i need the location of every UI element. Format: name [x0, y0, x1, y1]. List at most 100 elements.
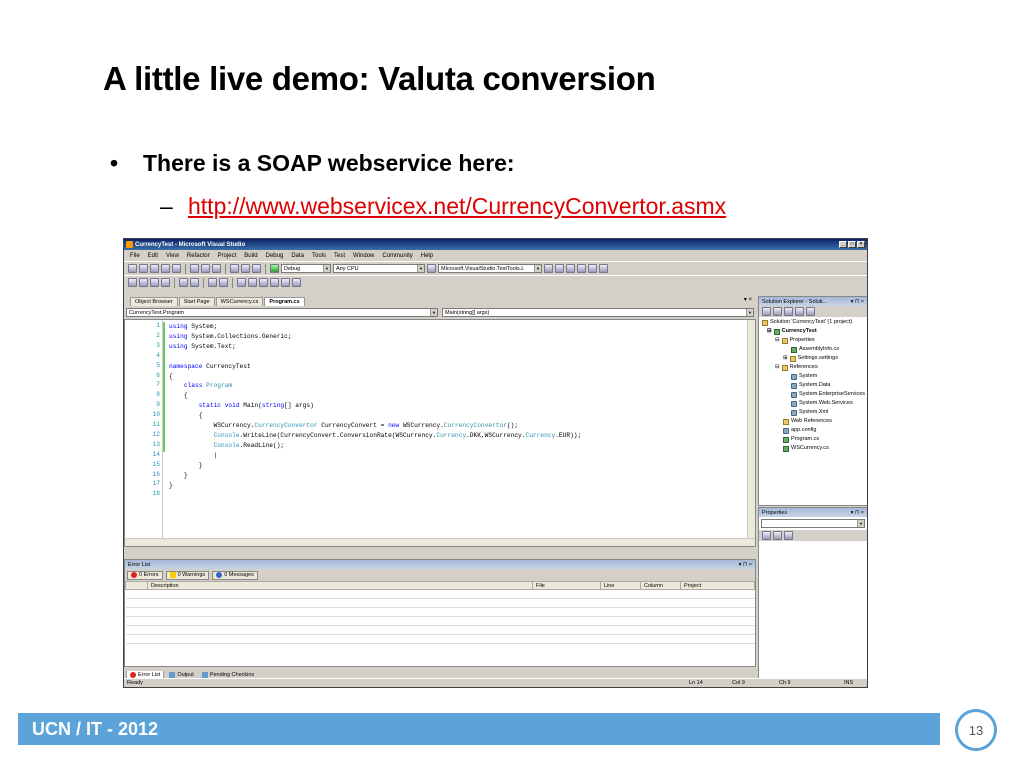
tree-node-assemblyinfo[interactable]: AssemblyInfo.cs	[791, 345, 839, 354]
prev-bookmark-icon[interactable]	[248, 278, 257, 287]
type-dropdown[interactable]: CurrencyTest.Program ▼	[126, 308, 438, 317]
tree-node-program-cs[interactable]: Program.cs	[783, 435, 819, 444]
menu-file[interactable]: File	[130, 253, 140, 259]
tree-node-properties[interactable]: ⊟ Properties	[775, 336, 815, 345]
column-project[interactable]: Project	[680, 581, 755, 590]
add-item-icon[interactable]	[139, 264, 148, 273]
find-icon[interactable]	[427, 264, 436, 273]
word-complete-icon[interactable]	[161, 278, 170, 287]
tab-controls[interactable]: ▾ ×	[744, 296, 752, 303]
column-description[interactable]: Description	[147, 581, 533, 590]
start-page-icon[interactable]	[588, 264, 597, 273]
menu-build[interactable]: Build	[244, 253, 257, 259]
tree-node-reference[interactable]: System.EnterpriseServices	[791, 390, 865, 399]
view-code-icon[interactable]	[795, 307, 804, 316]
tree-node-solution[interactable]: Solution 'CurrencyTest' (1 project)	[762, 318, 852, 327]
object-browser-icon[interactable]	[566, 264, 575, 273]
menu-refactor[interactable]: Refactor	[187, 253, 210, 259]
menu-edit[interactable]: Edit	[148, 253, 158, 259]
view-class-diagram-icon[interactable]	[806, 307, 815, 316]
start-debug-icon[interactable]	[270, 264, 279, 273]
properties-icon[interactable]	[762, 307, 771, 316]
next-bookmark-folder-icon[interactable]	[281, 278, 290, 287]
column-header[interactable]	[125, 581, 148, 590]
menu-tools[interactable]: Tools	[312, 253, 326, 259]
code-text[interactable]: using System; using System.Collections.G…	[169, 322, 581, 490]
alphabetical-icon[interactable]	[773, 531, 782, 540]
editor-horizontal-scrollbar[interactable]	[125, 538, 755, 546]
solution-config-combo[interactable]: Debug ▼	[281, 264, 331, 273]
prev-bookmark-folder-icon[interactable]	[270, 278, 279, 287]
categorized-icon[interactable]	[762, 531, 771, 540]
errors-toggle[interactable]: 0 Errors	[127, 570, 163, 580]
menu-project[interactable]: Project	[218, 253, 237, 259]
tree-node-web-references[interactable]: Web References	[783, 417, 832, 426]
column-line[interactable]: Line	[600, 581, 641, 590]
solution-explorer-icon[interactable]	[544, 264, 553, 273]
parameter-info-icon[interactable]	[139, 278, 148, 287]
decrease-indent-icon[interactable]	[179, 278, 188, 287]
undo-icon[interactable]	[230, 264, 239, 273]
menu-window[interactable]: Window	[353, 253, 374, 259]
properties-icon[interactable]	[555, 264, 564, 273]
window-titlebar[interactable]: CurrencyTest - Microsoft Visual Studio _…	[124, 239, 867, 250]
tab-object-browser[interactable]: Object Browser	[130, 297, 178, 306]
menu-debug[interactable]: Debug	[266, 253, 284, 259]
clear-bookmarks-icon[interactable]	[292, 278, 301, 287]
tree-node-references[interactable]: ⊟ References	[775, 363, 818, 372]
copy-icon[interactable]	[201, 264, 210, 273]
comment-icon[interactable]	[208, 278, 217, 287]
menu-help[interactable]: Help	[421, 253, 433, 259]
menu-view[interactable]: View	[166, 253, 179, 259]
uncomment-icon[interactable]	[219, 278, 228, 287]
tree-node-settings[interactable]: ⊞ Settings.settings	[783, 354, 838, 363]
tree-node-app-config[interactable]: app.config	[783, 426, 816, 435]
quick-info-icon[interactable]	[150, 278, 159, 287]
tree-node-project[interactable]: ⊟ CurrencyTest	[767, 327, 817, 336]
code-editor[interactable]: using System; using System.Collections.G…	[124, 319, 756, 547]
cut-icon[interactable]	[190, 264, 199, 273]
toolbox-icon[interactable]	[577, 264, 586, 273]
increase-indent-icon[interactable]	[190, 278, 199, 287]
properties-object-dropdown[interactable]: ▼	[761, 519, 865, 528]
next-bookmark-icon[interactable]	[259, 278, 268, 287]
tree-node-reference[interactable]: System.Web.Services	[791, 399, 853, 408]
solution-explorer-controls[interactable]: ▾ ⊓ ×	[851, 299, 864, 305]
tree-node-wscurrency-cs[interactable]: WSCurrency.cs	[783, 444, 829, 453]
navigate-icon[interactable]	[252, 264, 261, 273]
show-all-files-icon[interactable]	[773, 307, 782, 316]
tab-wscurrency[interactable]: WSCurrency.cs	[215, 297, 264, 306]
column-column[interactable]: Column	[640, 581, 681, 590]
menu-data[interactable]: Data	[291, 253, 304, 259]
menu-community[interactable]: Community	[382, 253, 412, 259]
other-windows-icon[interactable]	[599, 264, 608, 273]
warnings-toggle[interactable]: 0 Warnings	[165, 570, 210, 580]
platform-combo[interactable]: Any CPU ▼	[333, 264, 425, 273]
maximize-button[interactable]: □	[848, 241, 856, 248]
refresh-icon[interactable]	[784, 307, 793, 316]
tree-node-reference[interactable]: System.Xml	[791, 408, 828, 417]
minimize-button[interactable]: _	[839, 241, 847, 248]
save-all-icon[interactable]	[172, 264, 181, 273]
paste-icon[interactable]	[212, 264, 221, 273]
properties-controls[interactable]: ▾ ⊓ ×	[851, 510, 864, 516]
column-file[interactable]: File	[532, 581, 601, 590]
error-list-controls[interactable]: ▾ ⊓ ×	[739, 562, 752, 568]
open-icon[interactable]	[150, 264, 159, 273]
messages-toggle[interactable]: 0 Messages	[212, 570, 258, 580]
testtools-combo[interactable]: Microsoft.VisualStudio.TestTools.L ▼	[438, 264, 542, 273]
close-button[interactable]: ×	[857, 241, 865, 248]
bookmark-icon[interactable]	[237, 278, 246, 287]
new-project-icon[interactable]	[128, 264, 137, 273]
tree-node-reference[interactable]: System	[791, 372, 817, 381]
object-members-icon[interactable]	[128, 278, 137, 287]
tree-node-reference[interactable]: System.Data	[791, 381, 830, 390]
webservice-link[interactable]: http://www.webservicex.net/CurrencyConve…	[188, 193, 726, 220]
redo-icon[interactable]	[241, 264, 250, 273]
menu-test[interactable]: Test	[334, 253, 345, 259]
save-icon[interactable]	[161, 264, 170, 273]
tab-program[interactable]: Program.cs	[264, 297, 305, 306]
member-dropdown[interactable]: Main(string[] args) ▼	[442, 308, 754, 317]
tab-start-page[interactable]: Start Page	[178, 297, 215, 306]
editor-vertical-scrollbar[interactable]	[747, 320, 755, 546]
